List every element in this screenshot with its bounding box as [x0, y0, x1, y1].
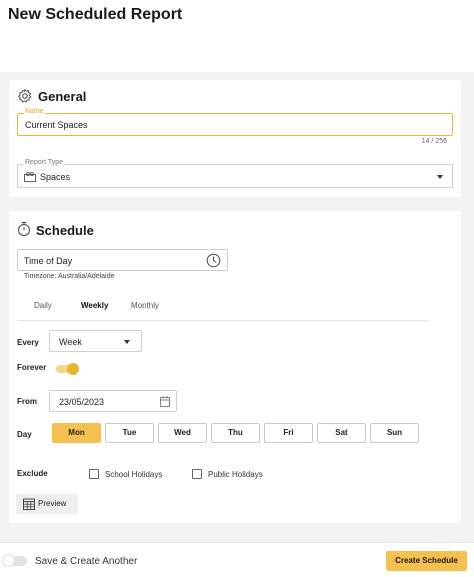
name-value: Current Spaces: [25, 120, 88, 130]
preview-button[interactable]: Preview: [16, 494, 78, 514]
public-holidays-checkbox[interactable]: [192, 469, 202, 479]
forever-label: Forever: [17, 363, 47, 372]
page-title: New Scheduled Report: [8, 6, 183, 23]
form-content: General Name Current Spaces 14 / 256 Rep…: [0, 72, 474, 542]
day-button-sat[interactable]: Sat: [317, 423, 366, 443]
tab-daily[interactable]: Daily: [34, 301, 52, 310]
tab-monthly[interactable]: Monthly: [131, 301, 159, 310]
calendar-grid-icon: [23, 498, 35, 510]
time-of-day-field[interactable]: Time of Day: [17, 249, 228, 271]
general-card: General Name Current Spaces 14 / 256 Rep…: [9, 80, 461, 197]
forever-toggle[interactable]: [56, 363, 79, 375]
school-holidays-checkbox[interactable]: [89, 469, 99, 479]
spaces-icon: [24, 171, 36, 182]
toggle-knob: [2, 554, 15, 567]
report-type-value: Spaces: [40, 172, 71, 182]
stopwatch-icon: [18, 222, 30, 236]
footer-bar: Save & Create Another Create Schedule: [0, 542, 474, 577]
day-label: Day: [17, 430, 32, 439]
timezone-text: Timezone: Australia/Adelaide: [24, 273, 115, 280]
header: New Scheduled Report: [0, 0, 474, 72]
public-holidays-label: Public Holidays: [208, 470, 263, 479]
chevron-down-icon: [437, 175, 443, 179]
from-date-value: 23/05/2023: [59, 397, 105, 407]
every-label: Every: [17, 338, 39, 347]
report-type-select[interactable]: Report Type Spaces: [17, 159, 453, 188]
save-create-another-label: Save & Create Another: [35, 556, 138, 567]
day-button-sun[interactable]: Sun: [370, 423, 419, 443]
school-holidays-label: School Holidays: [105, 470, 163, 479]
general-title: General: [38, 89, 87, 104]
save-create-another-toggle[interactable]: [2, 554, 27, 567]
from-label: From: [17, 397, 37, 406]
time-of-day-value: Time of Day: [24, 256, 73, 266]
day-button-fri[interactable]: Fri: [264, 423, 313, 443]
name-field[interactable]: Name Current Spaces: [17, 108, 453, 136]
day-button-tue[interactable]: Tue: [105, 423, 154, 443]
every-value: Week: [59, 337, 82, 347]
exclude-label: Exclude: [17, 469, 48, 478]
name-label: Name: [24, 108, 45, 115]
create-schedule-button[interactable]: Create Schedule: [386, 551, 467, 571]
chevron-down-icon: [124, 340, 130, 344]
day-button-mon[interactable]: Mon: [52, 423, 101, 443]
report-type-label: Report Type: [24, 159, 65, 166]
calendar-icon[interactable]: [160, 396, 170, 407]
tab-weekly[interactable]: Weekly: [81, 301, 108, 310]
schedule-title: Schedule: [36, 223, 94, 238]
every-select[interactable]: Week: [49, 330, 142, 352]
from-date-field[interactable]: 23/05/2023: [49, 390, 177, 412]
gear-icon: [18, 89, 32, 103]
preview-label: Preview: [38, 499, 67, 508]
toggle-knob: [67, 363, 79, 375]
day-button-wed[interactable]: Wed: [158, 423, 207, 443]
schedule-card: Schedule Time of Day Timezone: Australia…: [9, 211, 461, 523]
day-button-thu[interactable]: Thu: [211, 423, 260, 443]
clock-icon[interactable]: [206, 253, 221, 268]
frequency-tabs: Daily Weekly Monthly: [17, 299, 429, 321]
name-counter: 14 / 256: [421, 138, 447, 145]
